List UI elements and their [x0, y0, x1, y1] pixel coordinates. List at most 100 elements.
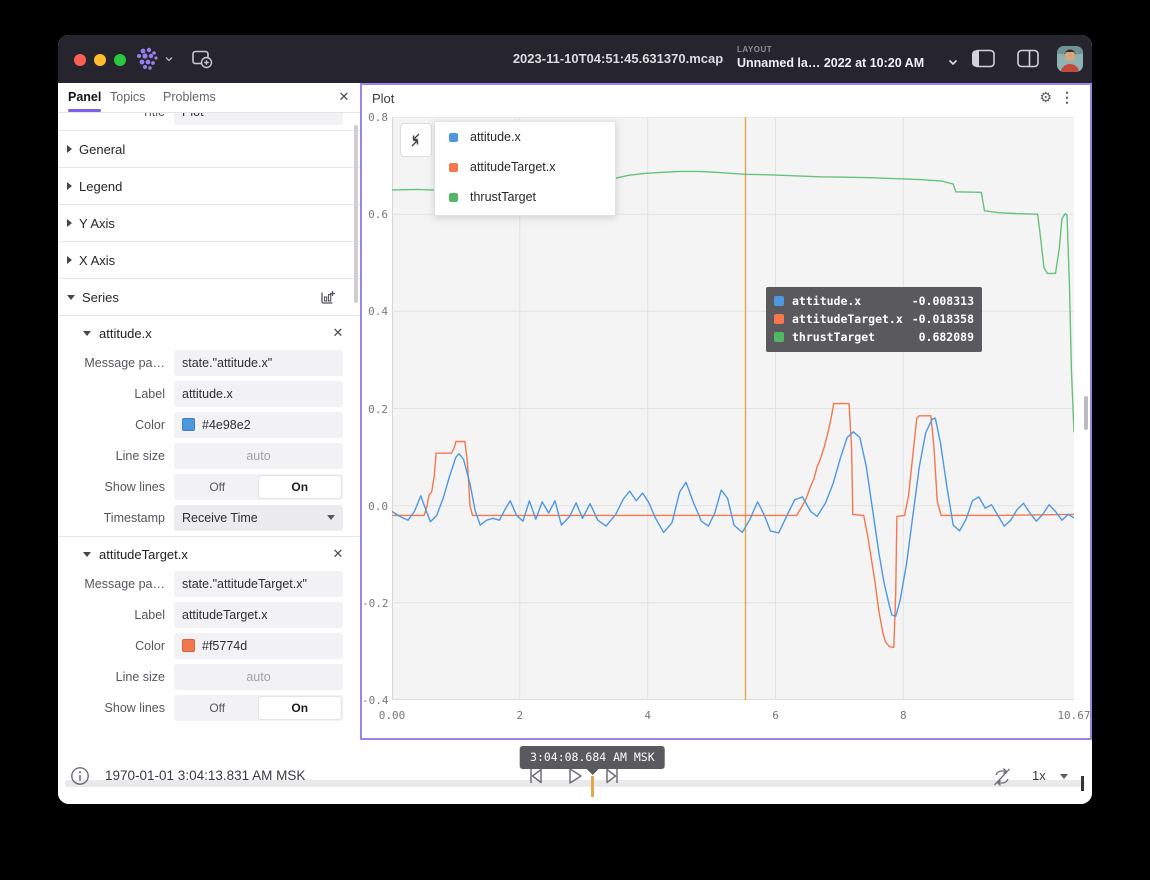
series-name: attitude.x	[99, 326, 152, 341]
color-hex: #f5774d	[202, 639, 247, 653]
tooltip-series-value: 0.682089	[919, 330, 974, 344]
series-header-attitude-target-x[interactable]: attitudeTarget.x ✕	[58, 537, 360, 571]
color-input[interactable]: #4e98e2	[174, 412, 343, 438]
settings-sidebar: Panel Topics Problems ✕ Title Plot	[58, 83, 360, 740]
plot-panel-header: Plot ⚙ ⋮	[362, 85, 1090, 111]
user-avatar[interactable]	[1057, 46, 1083, 72]
title-field-label: Title	[58, 113, 174, 119]
plot-panel[interactable]: Plot ⚙ ⋮ 0.80.60.40.20.0-0.2-0.4 0.00246…	[360, 83, 1092, 740]
foxglove-logo-icon[interactable]	[134, 46, 160, 72]
toggle-right-sidebar-button[interactable]	[1016, 48, 1040, 70]
playback-speed-selector[interactable]: 1x	[1032, 768, 1046, 783]
tooltip-series-name: thrustTarget	[792, 330, 919, 344]
x-tick-label: 4	[626, 709, 670, 722]
zoom-window-button[interactable]	[114, 54, 126, 66]
section-legend-label: Legend	[79, 179, 122, 194]
message-path-input[interactable]: state."attitude.x"	[174, 350, 343, 376]
color-swatch[interactable]	[182, 639, 195, 652]
tab-problems[interactable]: Problems	[163, 83, 216, 111]
plot-scrollbar[interactable]	[1084, 396, 1088, 430]
data-source-info-button[interactable]	[70, 766, 90, 786]
y-tick-label: 0.4	[362, 305, 388, 318]
sidebar-scrollbar[interactable]	[354, 125, 358, 303]
tooltip-swatch	[774, 296, 784, 306]
playback-bar: 3:04:08.684 AM MSK 1970-01-01 3:04:13.83…	[58, 740, 1092, 804]
close-window-button[interactable]	[74, 54, 86, 66]
legend-item-attitude-target-x[interactable]: attitudeTarget.x	[435, 152, 615, 182]
add-series-button[interactable]	[320, 289, 336, 305]
section-series[interactable]: Series	[58, 279, 360, 316]
caret-right-icon	[67, 145, 72, 153]
legend-item-attitude-x[interactable]: attitude.x	[435, 122, 615, 152]
show-lines-label: Show lines	[58, 480, 174, 494]
app-menu-chevron-icon[interactable]	[164, 54, 174, 64]
toggle-left-sidebar-button[interactable]	[972, 48, 996, 70]
collapse-legend-button[interactable]	[400, 123, 432, 157]
tooltip-row: attitudeTarget.x -0.018358	[774, 310, 974, 328]
show-lines-toggle: Off On	[174, 474, 343, 500]
line-size-label: Line size	[58, 670, 174, 684]
message-path-input[interactable]: state."attitudeTarget.x"	[174, 571, 343, 597]
tab-topics[interactable]: Topics	[110, 83, 145, 111]
app-window: 2023-11-10T04:51:45.631370.mcap LAYOUT U…	[58, 35, 1092, 804]
section-legend[interactable]: Legend	[58, 168, 360, 205]
message-path-label: Message pa…	[58, 356, 174, 370]
layout-selector[interactable]: LAYOUT Unnamed la… 2022 at 10:20 AM	[737, 41, 959, 77]
show-lines-on-button[interactable]: On	[259, 697, 342, 719]
tooltip-swatch	[774, 314, 784, 324]
line-size-input[interactable]: auto	[174, 443, 343, 469]
close-sidebar-icon[interactable]: ✕	[336, 89, 352, 105]
title-field-input[interactable]: Plot	[174, 113, 343, 125]
remove-series-icon[interactable]: ✕	[330, 546, 346, 562]
timeline-end-marker	[1081, 776, 1084, 791]
show-lines-off-button[interactable]: Off	[176, 476, 259, 498]
section-general[interactable]: General	[58, 131, 360, 168]
legend-item-thrust-target[interactable]: thrustTarget	[435, 182, 615, 212]
chart-hover-tooltip: attitude.x -0.008313 attitudeTarget.x -0…	[766, 287, 982, 352]
section-general-label: General	[79, 142, 125, 157]
show-lines-off-button[interactable]: Off	[176, 697, 259, 719]
current-timestamp: 1970-01-01 3:04:13.831 AM MSK	[105, 768, 305, 783]
series-name: attitudeTarget.x	[99, 547, 188, 562]
panel-settings-list: Title Plot General Legend Y Axis	[58, 113, 360, 739]
line-size-input[interactable]: auto	[174, 664, 343, 690]
color-label: Color	[58, 639, 174, 653]
message-path-label: Message pa…	[58, 577, 174, 591]
panel-settings-gear-icon[interactable]: ⚙	[1039, 89, 1052, 106]
section-x-axis[interactable]: X Axis	[58, 242, 360, 279]
tab-panel-label: Panel	[68, 90, 101, 104]
y-tick-label: 0.8	[362, 111, 388, 124]
series-header-attitude-x[interactable]: attitude.x ✕	[58, 316, 360, 350]
section-y-axis-label: Y Axis	[79, 216, 115, 231]
panel-menu-dots-icon[interactable]: ⋮	[1060, 89, 1074, 106]
tooltip-series-name: attitude.x	[792, 294, 912, 308]
tab-panel[interactable]: Panel	[68, 83, 101, 111]
x-tick-label: 8	[881, 709, 925, 722]
minimize-window-button[interactable]	[94, 54, 106, 66]
playhead-marker[interactable]	[591, 776, 594, 797]
panel-title: Plot	[372, 91, 394, 106]
label-input[interactable]: attitude.x	[174, 381, 343, 407]
section-series-label: Series	[82, 290, 119, 305]
speed-caret-icon[interactable]	[1060, 774, 1068, 779]
tooltip-series-name: attitudeTarget.x	[792, 312, 912, 326]
tab-panel-underline	[68, 109, 101, 112]
caret-right-icon	[67, 182, 72, 190]
add-panel-button[interactable]	[190, 47, 214, 71]
loop-off-button[interactable]	[991, 766, 1013, 788]
color-swatch[interactable]	[182, 418, 195, 431]
caret-right-icon	[67, 219, 72, 227]
title-row-clipped: Title Plot	[58, 113, 360, 130]
label-input[interactable]: attitudeTarget.x	[174, 602, 343, 628]
x-tick-label: 6	[754, 709, 798, 722]
desktop-background: 2023-11-10T04:51:45.631370.mcap LAYOUT U…	[0, 0, 1150, 880]
timestamp-label: Timestamp	[58, 511, 174, 525]
show-lines-on-button[interactable]: On	[259, 476, 342, 498]
timestamp-select[interactable]: Receive Time	[174, 505, 343, 531]
color-input[interactable]: #f5774d	[174, 633, 343, 659]
section-y-axis[interactable]: Y Axis	[58, 205, 360, 242]
scrubber-hover-time-tooltip: 3:04:08.684 AM MSK	[520, 746, 665, 769]
remove-series-icon[interactable]: ✕	[330, 325, 346, 341]
legend-label: attitude.x	[470, 130, 521, 144]
legend-swatch	[449, 193, 458, 202]
